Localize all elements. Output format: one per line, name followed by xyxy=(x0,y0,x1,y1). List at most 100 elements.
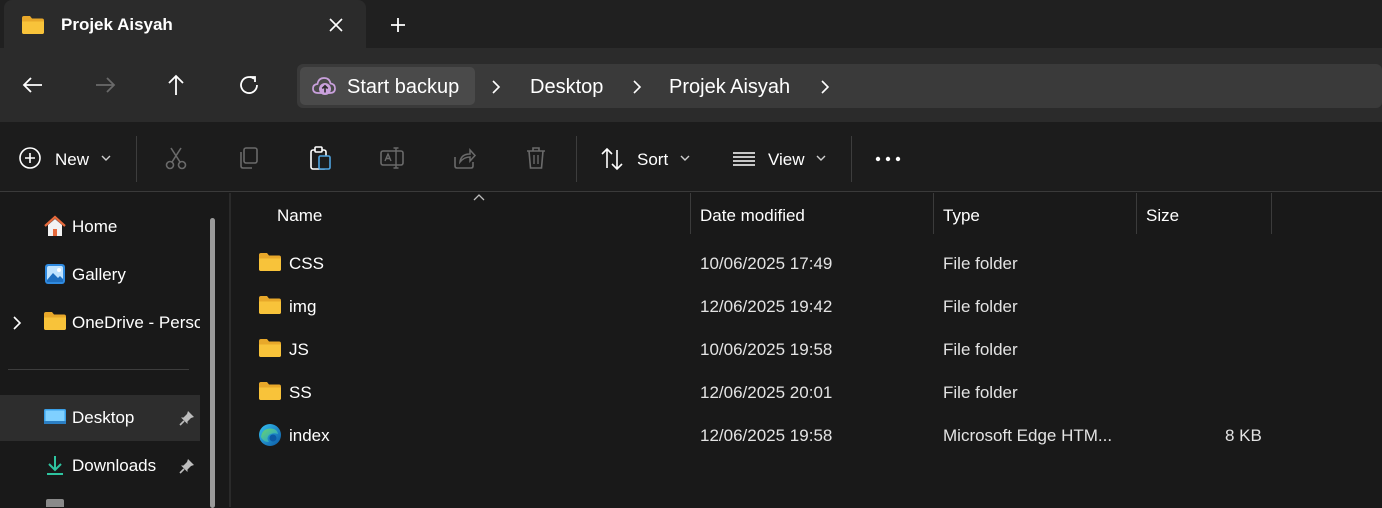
chevron-down-icon xyxy=(680,155,690,162)
toolbar-separator xyxy=(851,136,852,182)
chevron-right-icon[interactable] xyxy=(490,79,502,95)
documents-icon xyxy=(46,499,64,507)
refresh-button[interactable] xyxy=(236,72,262,98)
copy-icon[interactable] xyxy=(235,145,261,171)
sidebar-scrollbar[interactable] xyxy=(210,218,215,508)
sidebar-item-label: OneDrive - Perso xyxy=(72,313,200,332)
up-button[interactable] xyxy=(163,72,189,98)
command-bar: New Sort View xyxy=(0,122,1382,192)
folder-icon xyxy=(258,251,282,275)
file-date: 12/06/2025 19:58 xyxy=(700,426,833,445)
cloud-backup-icon xyxy=(311,74,337,98)
file-name: SS xyxy=(289,383,312,402)
file-size: 8 KB xyxy=(1225,426,1262,445)
pin-icon[interactable] xyxy=(178,409,196,427)
sidebar-item-downloads[interactable]: Downloads xyxy=(0,443,200,489)
folder-icon xyxy=(21,15,45,35)
table-row[interactable]: JS 10/06/2025 19:58 File folder xyxy=(231,328,1382,371)
sidebar-item-gallery[interactable]: Gallery xyxy=(0,252,200,298)
table-row[interactable]: img 12/06/2025 19:42 File folder xyxy=(231,285,1382,328)
chevron-down-icon xyxy=(816,155,826,162)
table-row[interactable]: SS 12/06/2025 20:01 File folder xyxy=(231,371,1382,414)
sort-button[interactable]: Sort xyxy=(592,136,700,182)
sort-arrows-icon xyxy=(599,146,625,172)
address-row: Start backup Desktop Projek Aisyah xyxy=(0,48,1382,122)
file-type: File folder xyxy=(943,383,1018,402)
new-tab-plus-icon[interactable] xyxy=(386,13,410,37)
new-button[interactable]: New xyxy=(10,136,120,182)
share-icon[interactable] xyxy=(451,145,477,171)
file-type: File folder xyxy=(943,297,1018,316)
navigation-pane: Home Gallery OneDrive - Perso Desktop Do… xyxy=(0,193,229,508)
rename-icon[interactable] xyxy=(379,145,405,171)
file-type: File folder xyxy=(943,340,1018,359)
back-button[interactable] xyxy=(20,72,46,98)
breadcrumb-projek-aisyah[interactable]: Projek Aisyah xyxy=(669,76,790,99)
column-header-date-modified[interactable]: Date modified xyxy=(700,206,805,226)
chevron-right-icon[interactable] xyxy=(631,79,643,95)
column-divider[interactable] xyxy=(1271,193,1272,234)
sidebar-item-label: Gallery xyxy=(72,265,126,284)
title-bar: Projek Aisyah xyxy=(0,0,1382,50)
file-name: img xyxy=(289,297,317,316)
column-header-name[interactable]: Name xyxy=(277,206,322,226)
file-name: CSS xyxy=(289,254,324,273)
start-backup-button[interactable]: Start backup xyxy=(300,67,475,105)
folder-icon xyxy=(258,337,282,361)
home-icon xyxy=(43,214,67,238)
toolbar-separator xyxy=(136,136,137,182)
gallery-icon xyxy=(43,262,67,286)
file-name: JS xyxy=(289,340,309,359)
delete-icon[interactable] xyxy=(523,145,549,171)
sidebar-item-label: Downloads xyxy=(72,456,157,475)
sidebar-item-home[interactable]: Home xyxy=(0,204,200,250)
download-icon xyxy=(43,453,67,477)
tab-projek-aisyah[interactable]: Projek Aisyah xyxy=(4,0,366,48)
file-date: 12/06/2025 19:42 xyxy=(700,297,833,316)
sidebar-item-desktop[interactable]: Desktop xyxy=(0,395,200,441)
file-date: 12/06/2025 20:01 xyxy=(700,383,833,402)
pin-icon[interactable] xyxy=(178,457,196,475)
folder-icon xyxy=(43,310,67,334)
new-label: New xyxy=(55,150,90,169)
sort-ascending-caret-icon xyxy=(473,193,485,201)
view-label: View xyxy=(768,150,805,169)
file-type: File folder xyxy=(943,254,1018,273)
chevron-right-icon[interactable] xyxy=(11,315,23,331)
column-divider[interactable] xyxy=(933,193,934,234)
column-header-size[interactable]: Size xyxy=(1146,206,1179,226)
sidebar-item-label: Home xyxy=(72,217,118,236)
column-divider[interactable] xyxy=(1136,193,1137,234)
backup-label: Start backup xyxy=(347,76,460,98)
add-circle-icon xyxy=(18,146,42,170)
view-button[interactable]: View xyxy=(724,136,836,182)
folder-icon xyxy=(258,294,282,318)
sidebar-divider xyxy=(8,369,189,370)
forward-button[interactable] xyxy=(92,72,118,98)
more-options-icon[interactable] xyxy=(868,146,908,170)
breadcrumb-desktop[interactable]: Desktop xyxy=(530,76,603,99)
file-date: 10/06/2025 19:58 xyxy=(700,340,833,359)
view-list-icon xyxy=(731,147,757,171)
column-divider[interactable] xyxy=(690,193,691,234)
toolbar-separator xyxy=(576,136,577,182)
sort-label: Sort xyxy=(637,150,669,169)
paste-icon[interactable] xyxy=(307,145,333,171)
sidebar-item-onedrive[interactable]: OneDrive - Perso xyxy=(0,300,200,346)
file-date: 10/06/2025 17:49 xyxy=(700,254,833,273)
file-name: index xyxy=(289,426,330,445)
cut-icon[interactable] xyxy=(163,145,189,171)
file-list: Name Date modified Type Size CSS 10/06/2… xyxy=(231,193,1382,507)
folder-icon xyxy=(258,380,282,404)
table-row[interactable]: index 12/06/2025 19:58 Microsoft Edge HT… xyxy=(231,414,1382,457)
sidebar-item-label: Desktop xyxy=(72,408,135,427)
chevron-right-icon[interactable] xyxy=(819,79,831,95)
table-row[interactable]: CSS 10/06/2025 17:49 File folder xyxy=(231,242,1382,285)
column-header-type[interactable]: Type xyxy=(943,206,980,226)
chevron-down-icon xyxy=(101,155,111,162)
file-type: Microsoft Edge HTM... xyxy=(943,426,1113,445)
tab-title: Projek Aisyah xyxy=(61,15,173,34)
desktop-icon xyxy=(43,405,67,429)
edge-html-file-icon xyxy=(258,423,282,447)
close-tab-icon[interactable] xyxy=(324,13,348,37)
